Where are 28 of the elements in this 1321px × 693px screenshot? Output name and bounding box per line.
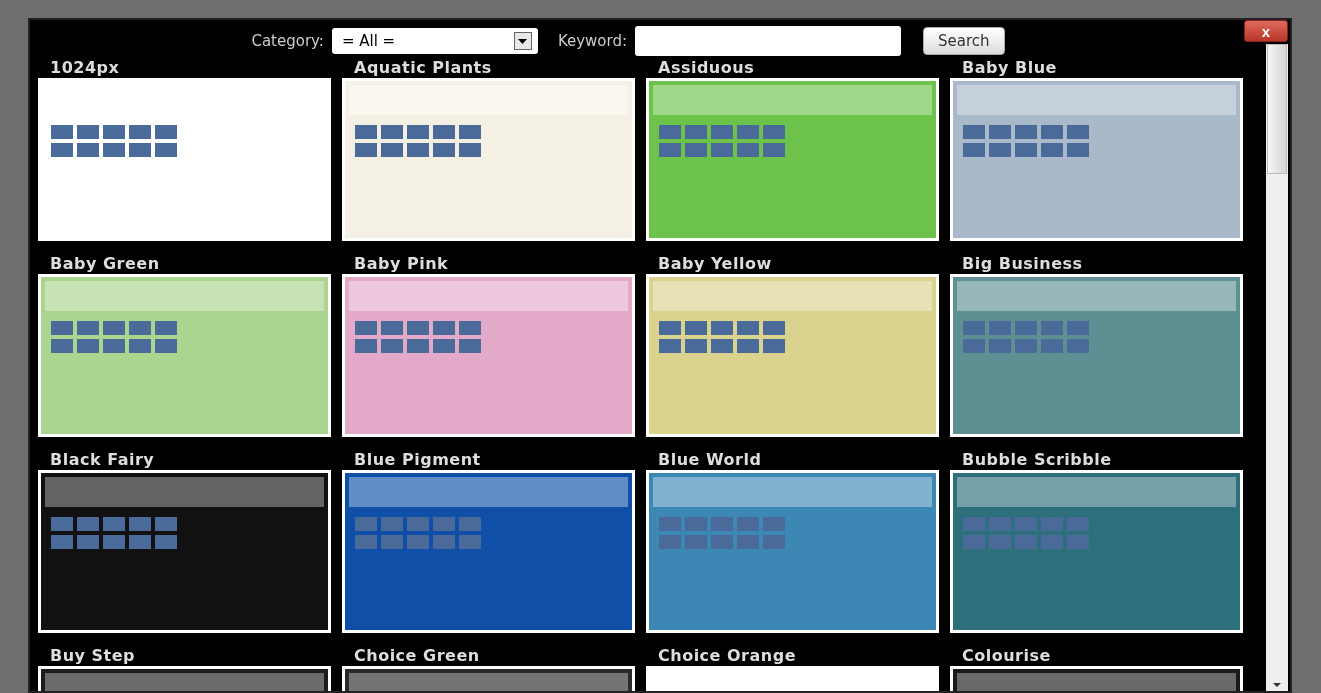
category-dropdown[interactable]: = All = (331, 28, 538, 54)
theme-name: Choice Green (353, 646, 481, 666)
theme-name: Colourise (961, 646, 1052, 666)
close-button[interactable]: x (1244, 20, 1288, 42)
theme-preview[interactable] (38, 470, 331, 633)
theme-name: Baby Yellow (657, 254, 773, 274)
theme-name: Blue World (657, 450, 763, 470)
theme-name: 1024px (49, 58, 121, 78)
theme-name: Aquatic Plants (353, 58, 493, 78)
keyword-field[interactable] (635, 26, 902, 56)
theme-name: Baby Green (49, 254, 161, 274)
theme-name: Bubble Scribble (961, 450, 1113, 470)
theme-name: Buy Step (49, 646, 137, 666)
theme-name: Assiduous (657, 58, 756, 78)
theme-name: Black Fairy (49, 450, 156, 470)
theme-name: Baby Pink (353, 254, 450, 274)
theme-name: Big Business (961, 254, 1084, 274)
scroll-thumb[interactable] (1267, 44, 1287, 174)
keyword-label: Keyword: (557, 32, 628, 50)
theme-name: Baby Blue (961, 58, 1058, 78)
category-label: Category: (251, 32, 324, 50)
theme-preview[interactable] (342, 470, 635, 633)
search-button[interactable]: Search (923, 27, 1005, 55)
caret-icon (513, 32, 532, 50)
scroll-down-icon[interactable] (1273, 683, 1281, 687)
scrollbar[interactable] (1266, 44, 1288, 691)
theme-name: Choice Orange (657, 646, 797, 666)
theme-name: Blue Pigment (353, 450, 482, 470)
